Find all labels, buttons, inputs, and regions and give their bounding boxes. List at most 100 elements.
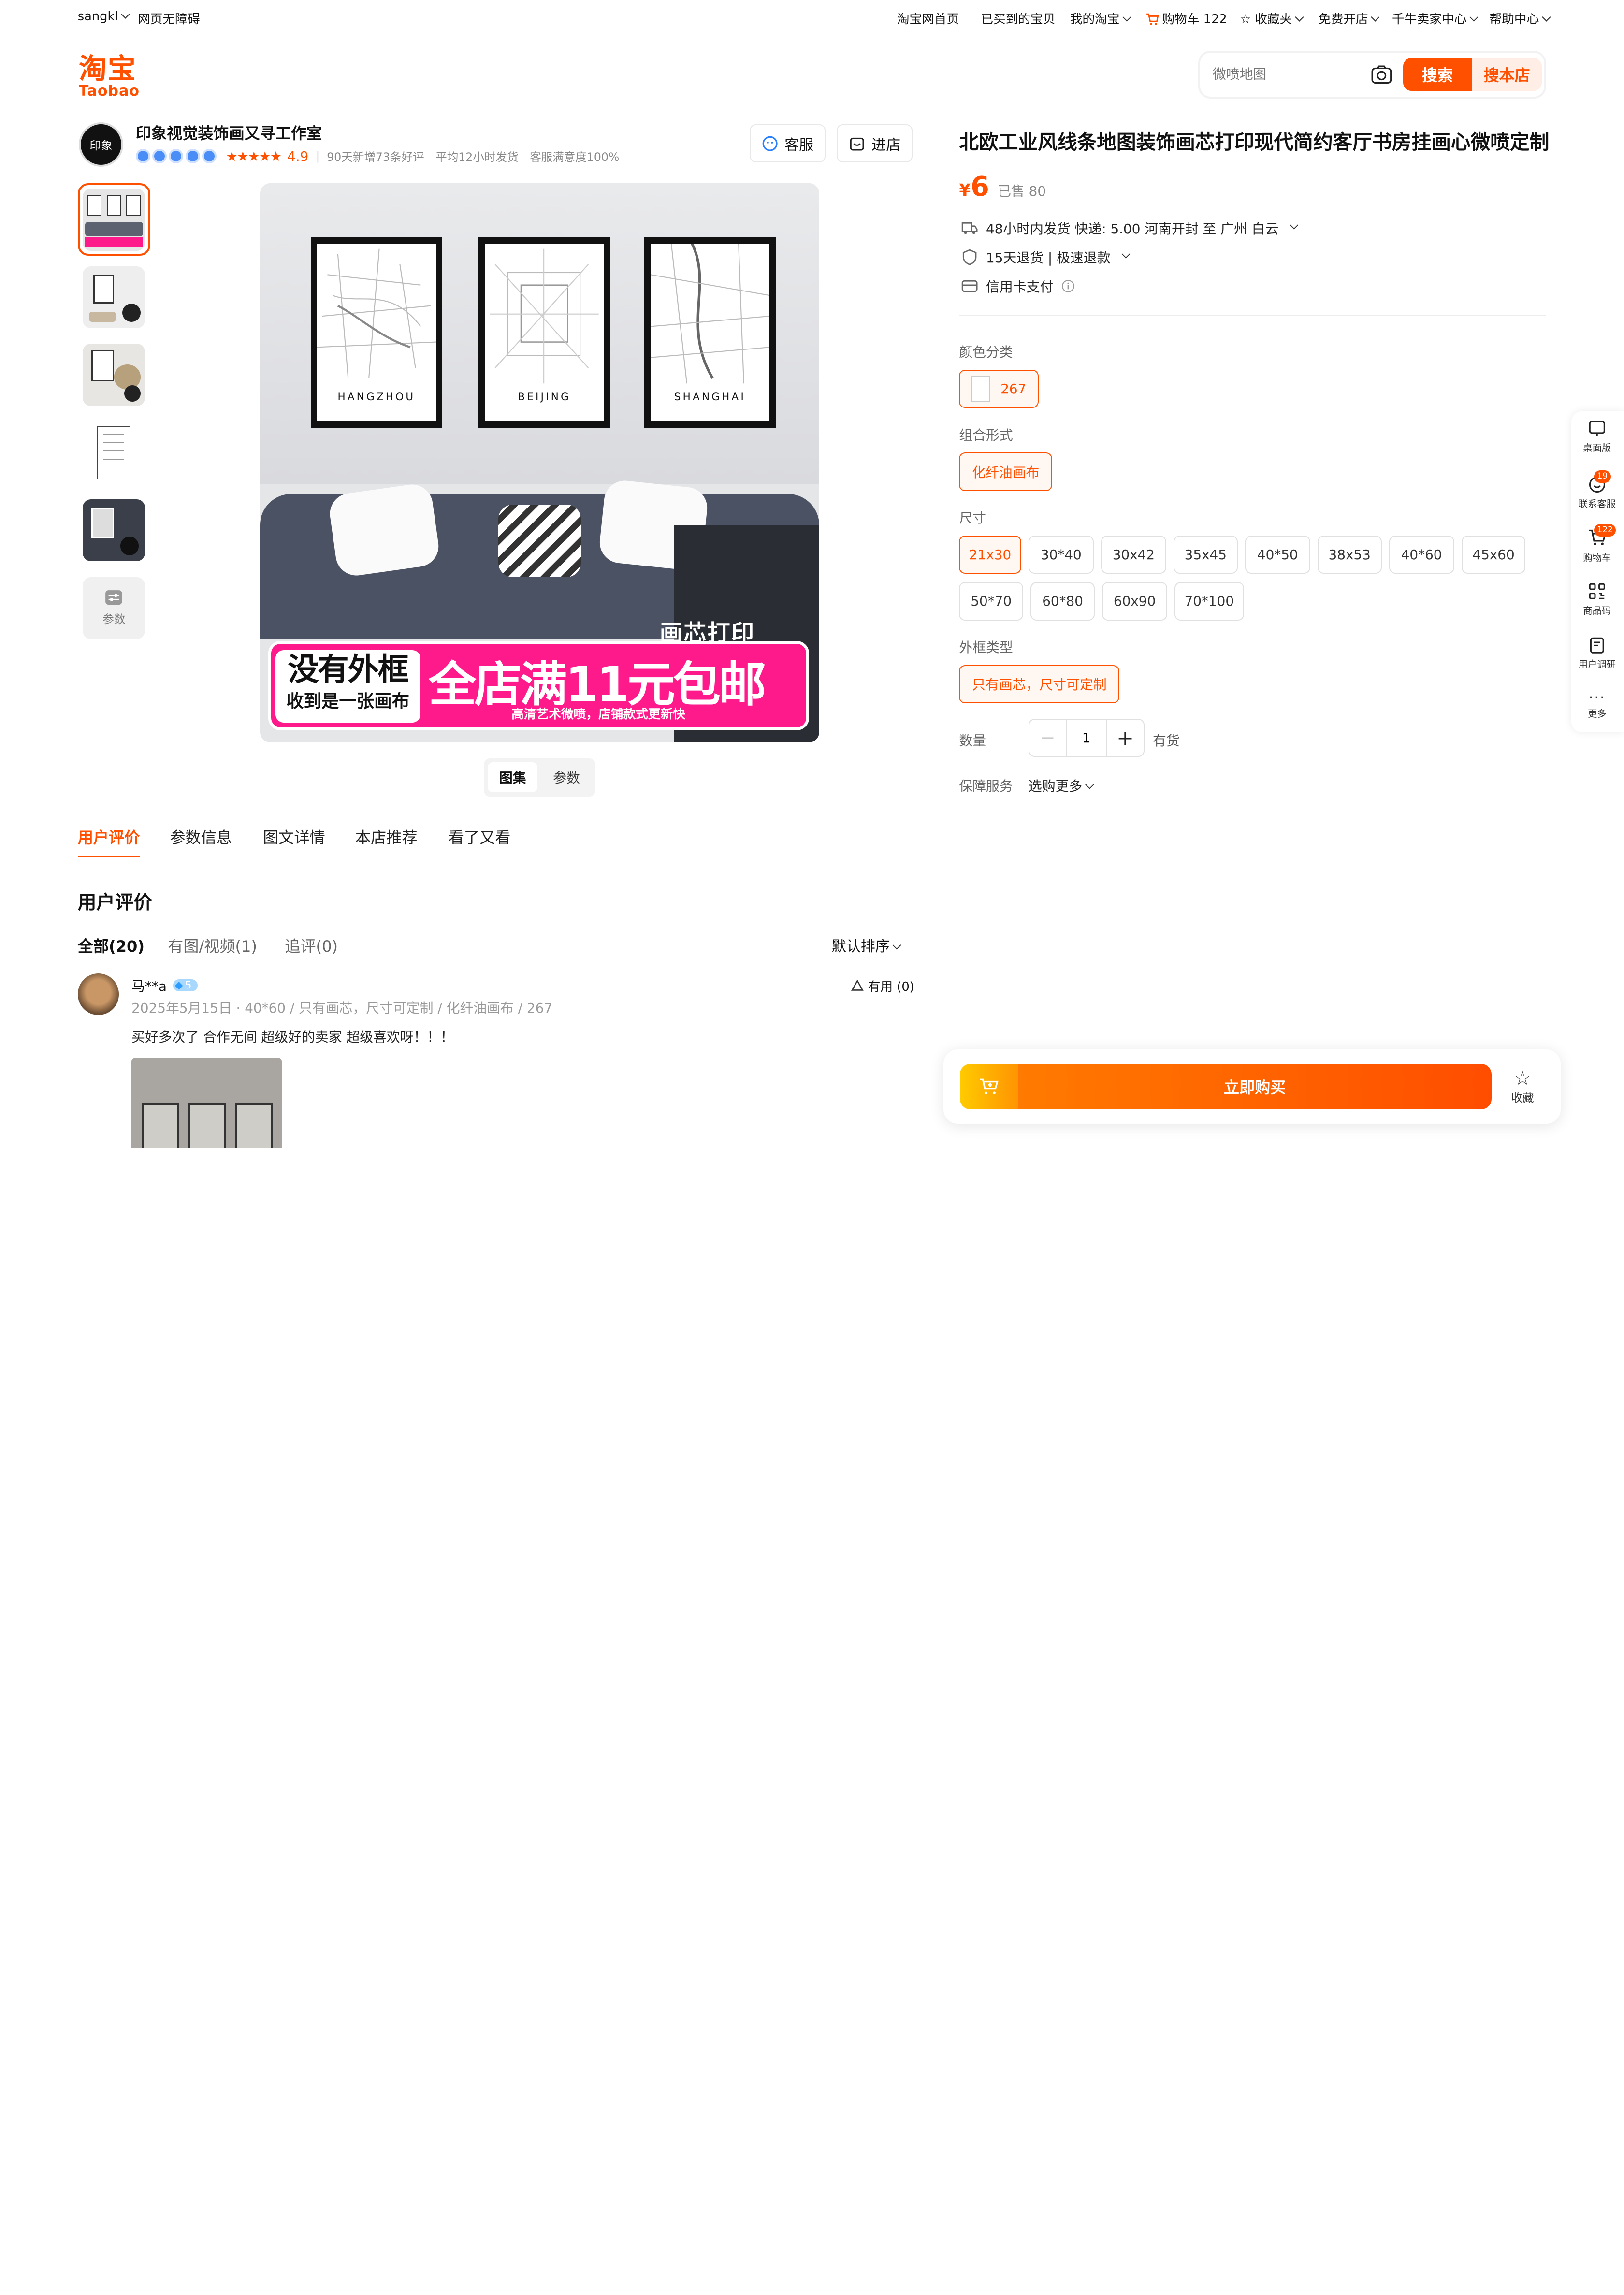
tab-reviews[interactable]: 用户评价 xyxy=(78,826,140,848)
crown-icon xyxy=(185,149,200,164)
size-option[interactable]: 70*100 xyxy=(1174,582,1244,621)
filter-all[interactable]: 全部(20) xyxy=(78,934,145,957)
promo-banner: 没有外框 收到是一张画布 全店满11元包邮 高清艺术微喷，店铺款式更新快 xyxy=(268,641,809,730)
thumbnail-3[interactable] xyxy=(83,344,145,406)
tab-details[interactable]: 图文详情 xyxy=(263,826,325,848)
size-option[interactable]: 35x45 xyxy=(1173,535,1238,574)
favorite-button[interactable]: ☆ 收藏 xyxy=(1504,1068,1541,1105)
desktop-icon xyxy=(1589,421,1605,436)
pillow xyxy=(498,504,581,577)
search-button[interactable]: 搜索 xyxy=(1403,58,1472,91)
enter-label: 进店 xyxy=(871,136,901,154)
favorites-menu[interactable]: ☆ 收藏夹 xyxy=(1240,9,1304,27)
user-menu[interactable]: sangkl xyxy=(78,9,130,24)
open-shop-menu[interactable]: 免费开店 xyxy=(1319,9,1380,27)
sort-select[interactable]: 默认排序 xyxy=(832,934,901,956)
tab-params[interactable]: 参数 xyxy=(542,762,592,792)
guarantee-select[interactable]: 选购更多 xyxy=(1029,776,1094,795)
size-option[interactable]: 30*40 xyxy=(1028,535,1094,574)
favorite-label: 收藏 xyxy=(1511,1091,1534,1105)
seller-center-label: 千牛卖家中心 xyxy=(1392,12,1467,27)
filter-followup[interactable]: 追评(0) xyxy=(285,934,338,957)
cart-icon xyxy=(1146,13,1159,25)
color-swatch xyxy=(972,375,990,403)
size-option[interactable]: 21x30 xyxy=(959,535,1021,574)
shop-name[interactable]: 印象视觉装饰画又寻工作室 xyxy=(136,121,322,144)
customer-service-button[interactable]: 客服 xyxy=(750,124,826,163)
size-option[interactable]: 60x90 xyxy=(1102,582,1168,621)
combo-option[interactable]: 化纤油画布 xyxy=(959,452,1053,491)
qty-input[interactable] xyxy=(1067,720,1106,756)
enter-shop-button[interactable]: 进店 xyxy=(837,124,913,163)
seller-center-menu[interactable]: 千牛卖家中心 xyxy=(1392,9,1479,27)
help-menu[interactable]: 帮助中心 xyxy=(1489,9,1551,27)
size-option[interactable]: 40*60 xyxy=(1389,535,1454,574)
buy-now-button[interactable]: 立即购买 xyxy=(1018,1063,1492,1110)
size-option[interactable]: 50*70 xyxy=(959,582,1024,621)
tab-active-underline xyxy=(77,856,140,858)
review-meta: 2025年5月15日 · 40*60 / 只有画芯，尺寸可定制 / 化纤油画布 … xyxy=(131,1000,553,1016)
size-option[interactable]: 40*50 xyxy=(1245,535,1310,574)
chevron-down-icon xyxy=(1085,780,1094,789)
sidebar-item-desktop[interactable]: 桌面版 xyxy=(1571,420,1623,454)
accessibility-link[interactable]: 网页无障碍 xyxy=(138,9,200,27)
sidebar-item-survey[interactable]: 用户调研 xyxy=(1571,636,1623,671)
size-option[interactable]: 60*80 xyxy=(1030,582,1095,621)
favorites-label: 收藏夹 xyxy=(1255,12,1292,27)
returns-row[interactable]: 15天退货 | 极速退款 xyxy=(961,247,1131,267)
divider: | xyxy=(316,149,320,163)
color-option-label: 267 xyxy=(1000,381,1027,397)
thumbnail-2[interactable] xyxy=(83,266,145,329)
map-frame-hangzhou: HANGZHOU xyxy=(310,237,442,428)
tab-recommend[interactable]: 本店推荐 xyxy=(355,826,418,848)
ship-time: 平均12小时发货 xyxy=(435,150,519,164)
product-title: 北欧工业风线条地图装饰画芯打印现代简约客厅书房挂画心微喷定制 xyxy=(959,131,1550,154)
color-option[interactable]: 267 xyxy=(959,370,1039,408)
tab-params-info[interactable]: 参数信息 xyxy=(170,826,232,848)
frame-option[interactable]: 只有画芯，尺寸可定制 xyxy=(959,665,1120,704)
reviewer: 马**a ◆ 5 xyxy=(131,976,198,995)
bought-link[interactable]: 已买到的宝贝 xyxy=(981,9,1055,27)
search-input[interactable] xyxy=(1213,61,1368,88)
shipping-row[interactable]: 48小时内发货 快递: 5.00 河南开封 至 广州 白云 xyxy=(961,218,1299,238)
size-option[interactable]: 45x60 xyxy=(1461,535,1526,574)
cart-link[interactable]: 购物车 122 xyxy=(1146,9,1227,27)
sidebar-item-cart[interactable]: 购物车 122 xyxy=(1571,524,1623,564)
thumbnail-4[interactable] xyxy=(83,421,145,484)
my-taobao-menu[interactable]: 我的淘宝 xyxy=(1070,9,1131,27)
taobao-logo[interactable]: 淘宝 Taobao xyxy=(79,55,140,100)
thumbnail-1[interactable] xyxy=(83,189,145,251)
service-label: 客服 xyxy=(784,136,814,154)
thumbnail-5[interactable] xyxy=(83,499,145,562)
tab-also-viewed[interactable]: 看了又看 xyxy=(449,826,511,848)
info-icon[interactable] xyxy=(1061,279,1075,293)
more-icon: ··· xyxy=(1588,689,1606,707)
sidebar-item-qrcode[interactable]: 商品码 xyxy=(1571,582,1623,617)
size-option[interactable]: 38x53 xyxy=(1317,535,1382,574)
sidebar-item-more[interactable]: ··· 更多 xyxy=(1571,690,1623,720)
sidebar-item-service[interactable]: 联系客服 19 xyxy=(1571,470,1623,510)
qty-plus-button[interactable]: + xyxy=(1106,720,1143,756)
filter-media[interactable]: 有图/视频(1) xyxy=(168,934,257,957)
avatar[interactable] xyxy=(77,973,119,1016)
home-link[interactable]: 淘宝网首页 xyxy=(897,9,959,27)
frame-label: 外框类型 xyxy=(959,639,1013,655)
add-to-cart-button[interactable] xyxy=(960,1063,1018,1110)
tab-gallery[interactable]: 图集 xyxy=(488,762,538,793)
size-option[interactable]: 30x42 xyxy=(1101,535,1166,574)
map-frame-beijing: BEIJING xyxy=(478,237,610,428)
my-taobao-label: 我的淘宝 xyxy=(1070,12,1120,27)
helpful-label: 有用 (0) xyxy=(868,979,914,994)
main-product-image[interactable]: HANGZHOU BEIJING SHANGHAI 画芯打印 没有外框 收到是一… xyxy=(260,183,820,743)
quantity-stepper: − + xyxy=(1028,719,1145,757)
camera-icon[interactable] xyxy=(1371,65,1392,84)
service-badge: 19 xyxy=(1594,470,1611,483)
search-shop-button[interactable]: 搜本店 xyxy=(1471,58,1542,91)
review-photo[interactable] xyxy=(131,1057,282,1148)
right-sidebar xyxy=(1571,411,1624,733)
qty-minus-button[interactable]: − xyxy=(1030,720,1067,756)
shop-avatar[interactable]: 印象 xyxy=(78,122,123,167)
params-thumbnail[interactable]: 参数 xyxy=(83,577,145,639)
helpful-button[interactable]: 有用 (0) xyxy=(851,977,914,995)
qty-label: 数量 xyxy=(959,732,986,749)
